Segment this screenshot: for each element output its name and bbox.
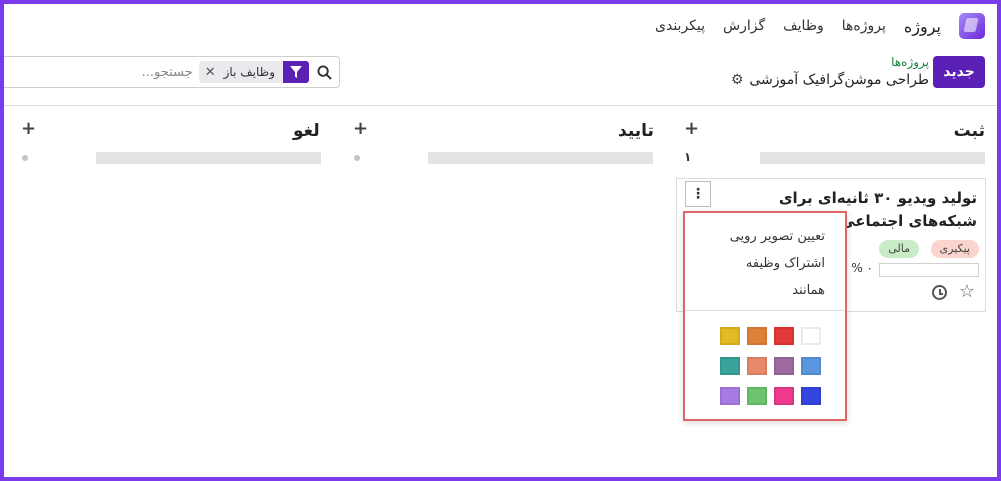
task-tag: مالی xyxy=(879,240,919,258)
kebab-icon[interactable]: ⋮ xyxy=(685,181,711,207)
search-box: وظایف باز ✕ xyxy=(4,56,340,88)
app-name[interactable]: پروژه xyxy=(904,17,941,36)
search-input[interactable] xyxy=(62,64,193,80)
color-swatch[interactable] xyxy=(747,387,767,405)
color-swatch[interactable] xyxy=(774,387,794,405)
menu-item-share-task[interactable]: اشتراک وظیفه xyxy=(746,256,825,271)
column-title-approved[interactable]: تایید xyxy=(618,121,654,141)
nav-item-tasks[interactable]: وظایف xyxy=(783,18,824,34)
column-title-cancelled[interactable]: لغو xyxy=(293,121,320,141)
color-swatch[interactable] xyxy=(720,357,740,375)
column-progress-bar xyxy=(760,152,985,164)
nav-item-reporting[interactable]: گزارش xyxy=(723,18,765,34)
column-count-dot xyxy=(354,155,360,161)
color-swatch[interactable] xyxy=(801,387,821,405)
color-swatch[interactable] xyxy=(747,327,767,345)
add-task-icon[interactable]: + xyxy=(353,118,368,139)
app-window: پروژه پروژه‌ها وظایف گزارش پیکربندی جدید… xyxy=(4,4,997,477)
clock-icon[interactable] xyxy=(932,285,947,300)
search-facet: وظایف باز ✕ xyxy=(198,61,309,83)
add-task-icon[interactable]: + xyxy=(684,118,699,139)
menu-divider xyxy=(685,310,845,311)
new-button[interactable]: جدید xyxy=(933,56,985,88)
column-progress-bar xyxy=(96,152,321,164)
color-swatch[interactable] xyxy=(720,327,740,345)
control-panel-divider xyxy=(4,105,997,106)
app-logo-icon[interactable] xyxy=(959,13,985,39)
search-facet-label: وظایف باز xyxy=(223,65,275,79)
color-swatch[interactable] xyxy=(720,387,740,405)
column-title-registered[interactable]: ثبت xyxy=(954,121,985,141)
breadcrumb: پروژه‌ها طراحی موشن‌گرافیک آموزشی ⚙ xyxy=(731,54,929,90)
remove-facet-icon[interactable]: ✕ xyxy=(199,65,216,80)
progress-bar xyxy=(879,263,979,277)
filter-icon xyxy=(283,61,309,83)
color-swatch[interactable] xyxy=(774,327,794,345)
color-swatch[interactable] xyxy=(747,357,767,375)
progress-text: ۰ % xyxy=(851,261,873,275)
breadcrumb-current: طراحی موشن‌گرافیک آموزشی xyxy=(749,72,929,88)
add-task-icon[interactable]: + xyxy=(21,118,36,139)
color-swatch[interactable] xyxy=(774,357,794,375)
column-count: ۱ xyxy=(684,150,692,164)
card-dropdown-menu: تعیین تصویر رویی اشتراک وظیفه همانند xyxy=(683,211,847,421)
menu-item-duplicate[interactable]: همانند xyxy=(792,283,825,298)
column-count-dot xyxy=(22,155,28,161)
top-navbar: پروژه پروژه‌ها وظایف گزارش پیکربندی xyxy=(655,10,985,42)
color-swatch[interactable] xyxy=(801,327,821,345)
nav-item-projects[interactable]: پروژه‌ها xyxy=(842,18,886,34)
star-icon[interactable]: ☆ xyxy=(959,281,975,302)
search-icon[interactable] xyxy=(315,63,333,81)
task-tag: پیکیری xyxy=(930,240,979,258)
gear-icon[interactable]: ⚙ xyxy=(731,70,744,90)
menu-item-set-cover-image[interactable]: تعیین تصویر رویی xyxy=(730,229,825,244)
column-progress-bar xyxy=(428,152,653,164)
breadcrumb-parent-link[interactable]: پروژه‌ها xyxy=(731,54,929,70)
nav-item-configuration[interactable]: پیکربندی xyxy=(655,18,705,34)
color-swatch[interactable] xyxy=(801,357,821,375)
